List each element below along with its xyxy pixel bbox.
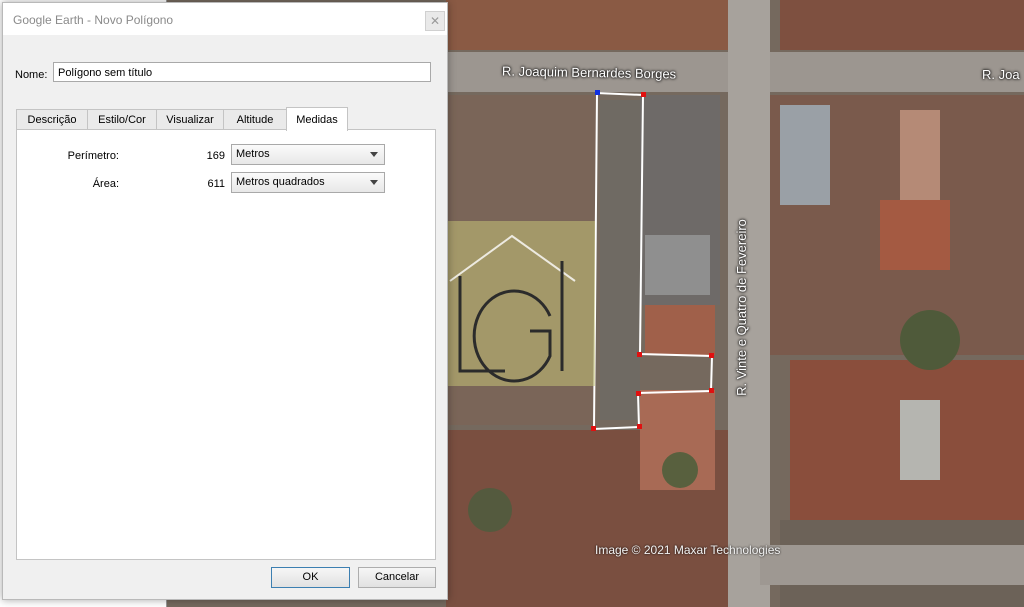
imagery-attribution: Image © 2021 Maxar Technologies: [595, 543, 781, 557]
name-input[interactable]: Polígono sem título: [53, 62, 431, 82]
perimeter-label: Perímetro:: [67, 150, 119, 162]
tab-medidas[interactable]: Medidas: [286, 107, 348, 131]
logo-watermark: [430, 221, 595, 386]
tab-estilo-cor[interactable]: Estilo/Cor: [87, 109, 157, 130]
street-label: R. Joa: [982, 67, 1020, 82]
polygon-vertex: [591, 426, 596, 431]
street-label: R. Joaquim Bernardes Borges: [501, 63, 677, 82]
ok-button[interactable]: OK: [271, 567, 350, 588]
area-unit-select[interactable]: Metros quadrados: [231, 172, 385, 193]
polygon-vertex: [636, 391, 641, 396]
polygon-vertex: [637, 424, 642, 429]
polygon-vertex: [709, 353, 714, 358]
polygon-vertex: [709, 388, 714, 393]
chevron-down-icon: [370, 180, 378, 185]
new-polygon-dialog: Google Earth - Novo Polígono ✕ Nome: Pol…: [2, 2, 448, 600]
polygon-vertex: [641, 92, 646, 97]
name-label: Nome:: [15, 69, 48, 81]
perimeter-unit-select[interactable]: Metros: [231, 144, 385, 165]
perimeter-unit-value: Metros: [236, 148, 270, 160]
dialog-title: Google Earth - Novo Polígono: [13, 13, 174, 27]
close-icon: ✕: [429, 14, 441, 28]
dialog-titlebar[interactable]: Google Earth - Novo Polígono ✕: [3, 3, 447, 35]
polygon-vertex-selected: [595, 90, 600, 95]
area-label: Área:: [92, 178, 119, 190]
cancel-button[interactable]: Cancelar: [358, 567, 436, 588]
tab-altitude[interactable]: Altitude: [223, 109, 287, 130]
chevron-down-icon: [370, 152, 378, 157]
area-unit-value: Metros quadrados: [236, 176, 325, 188]
polygon-vertex: [637, 352, 642, 357]
tab-descricao[interactable]: Descrição: [16, 109, 88, 130]
tab-visualizar[interactable]: Visualizar: [156, 109, 224, 130]
close-button[interactable]: ✕: [425, 11, 445, 31]
perimeter-value: 169: [206, 150, 225, 162]
measurements-panel: Perímetro: 169 Metros Área: 611 Metros q…: [16, 129, 436, 560]
street-label-vertical: R. Vinte e Quatro de Fevereiro: [733, 219, 749, 396]
area-value: 611: [207, 178, 225, 190]
